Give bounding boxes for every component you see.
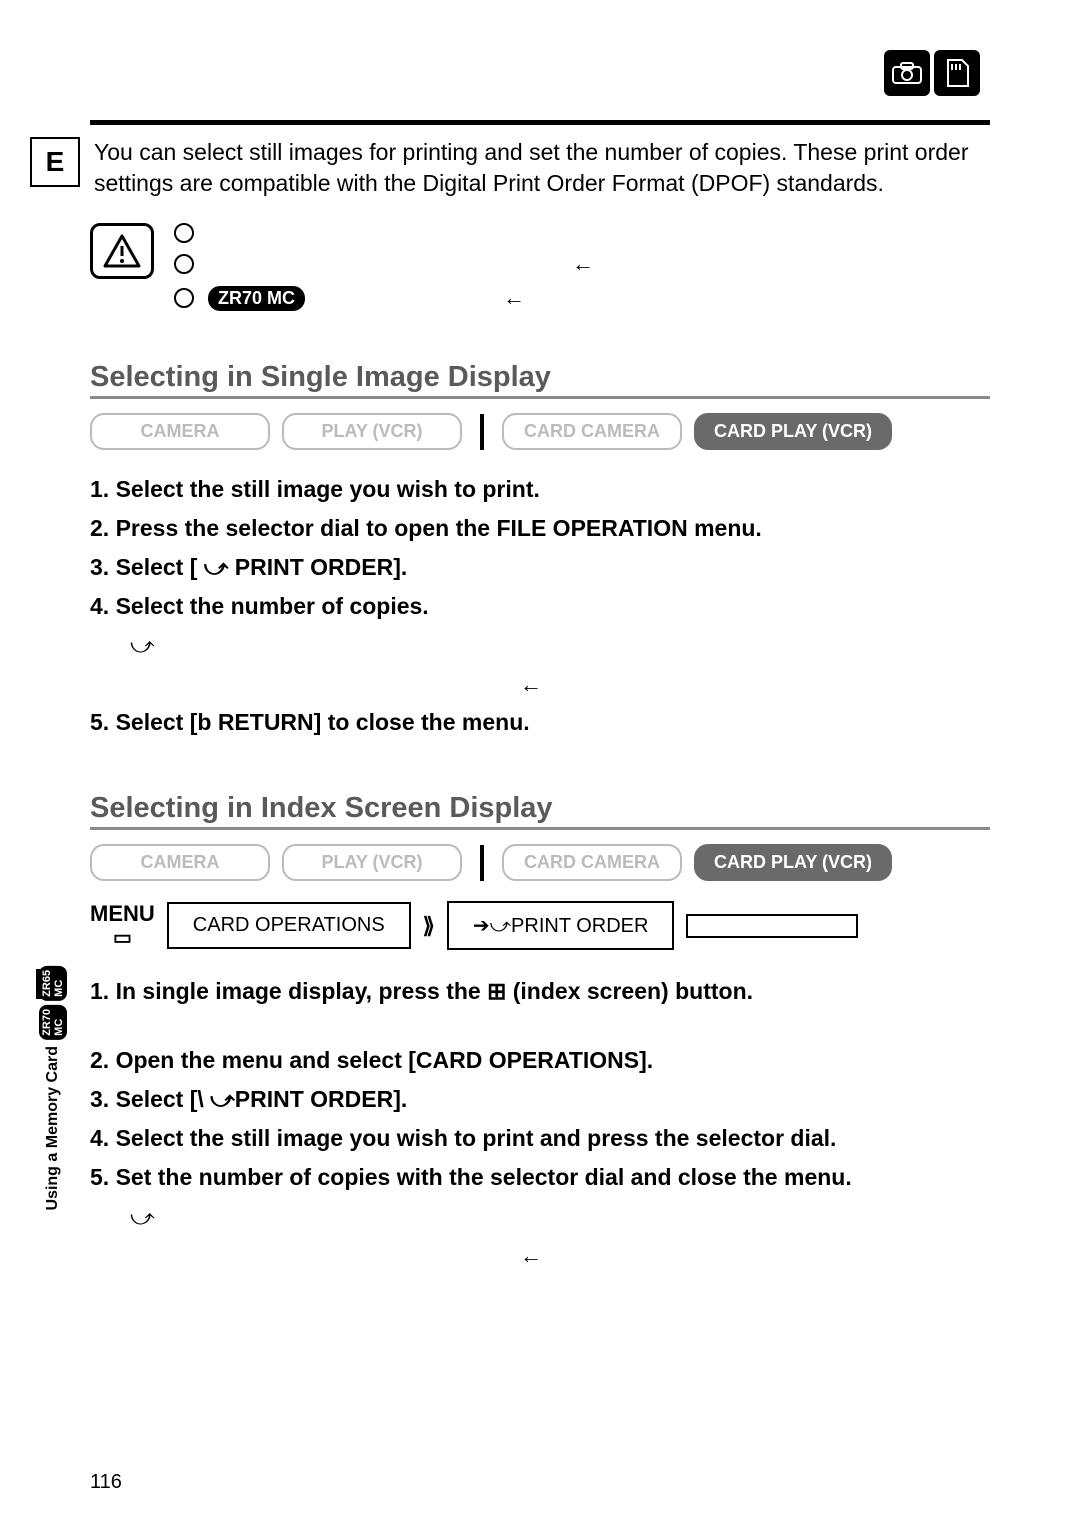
steps-index: 1. In single image display, press the ⊞ … xyxy=(90,972,990,1274)
steps-single: 1. Select the still image you wish to pr… xyxy=(90,470,990,742)
arrow-left-icon: ← xyxy=(520,666,542,703)
mode-play-vcr: PLAY (VCR) xyxy=(282,413,462,450)
print-mark-icon: ⤻ xyxy=(130,1198,155,1237)
mode-card-play-vcr: CARD PLAY (VCR) xyxy=(694,413,892,450)
intro-text: You can select still images for printing… xyxy=(94,137,990,199)
section-title-single: Selecting in Single Image Display xyxy=(90,361,990,399)
language-badge: E xyxy=(30,137,80,187)
step: 5. Set the number of copies with the sel… xyxy=(90,1158,990,1197)
page-number: 116 xyxy=(90,1471,122,1494)
step: 3. Select [ ⤻ PRINT ORDER]. xyxy=(90,548,990,587)
print-mark-icon: ⤻ xyxy=(130,626,155,665)
caution-icon xyxy=(90,223,154,279)
menu-cell: ➔⤻PRINT ORDER xyxy=(447,901,675,950)
arrow-left-icon: ← xyxy=(572,251,594,277)
book-icon: ▭ xyxy=(90,927,155,949)
camera-icon xyxy=(884,50,930,96)
mode-card-play-vcr: CARD PLAY (VCR) xyxy=(694,844,892,881)
side-pill: ZR70 MC xyxy=(39,1005,67,1040)
step: 3. Select [\ ⤻PRINT ORDER]. xyxy=(90,1080,990,1119)
mode-card-camera: CARD CAMERA xyxy=(502,413,682,450)
arrow-left-icon: ← xyxy=(520,1237,542,1274)
card-icon xyxy=(934,50,980,96)
menu-path: MENU ▭ CARD OPERATIONS ⟫ ➔⤻PRINT ORDER xyxy=(90,901,990,950)
mode-card-camera: CARD CAMERA xyxy=(502,844,682,881)
mode-row-index: CAMERA PLAY (VCR) CARD CAMERA CARD PLAY … xyxy=(90,844,990,881)
arrow-left-icon: ← xyxy=(503,285,525,311)
model-pill: ZR70 MC xyxy=(208,286,305,311)
step: 4. Select the number of copies. xyxy=(90,587,990,626)
menu-cell: CARD OPERATIONS xyxy=(167,902,411,949)
section-title-index: Selecting in Index Screen Display xyxy=(90,792,990,830)
step: 2. Press the selector dial to open the F… xyxy=(90,509,990,548)
side-label: Using a Memory Card xyxy=(44,1046,62,1210)
header-icons xyxy=(884,50,980,96)
rule xyxy=(90,120,990,125)
menu-cell-empty xyxy=(686,914,858,938)
mode-camera: CAMERA xyxy=(90,844,270,881)
mode-play-vcr: PLAY (VCR) xyxy=(282,844,462,881)
step: 4. Select the still image you wish to pr… xyxy=(90,1119,990,1158)
mode-row-single: CAMERA PLAY (VCR) CARD CAMERA CARD PLAY … xyxy=(90,413,990,450)
step: 1. Select the still image you wish to pr… xyxy=(90,470,990,509)
mode-camera: CAMERA xyxy=(90,413,270,450)
side-pill: ZR65 MC xyxy=(39,966,67,1001)
step: 1. In single image display, press the ⊞ … xyxy=(90,972,990,1011)
step: 5. Select [b RETURN] to close the menu. xyxy=(90,703,990,742)
side-tab: ZR70 MC ZR65 MC Using a Memory Card xyxy=(36,990,70,1210)
step: 2. Open the menu and select [CARD OPERAT… xyxy=(90,1041,990,1080)
menu-label: MENU xyxy=(90,902,155,926)
caution-list: ← ZR70 MC ← xyxy=(174,223,594,311)
chevron-icon: ⟫ xyxy=(423,913,435,939)
